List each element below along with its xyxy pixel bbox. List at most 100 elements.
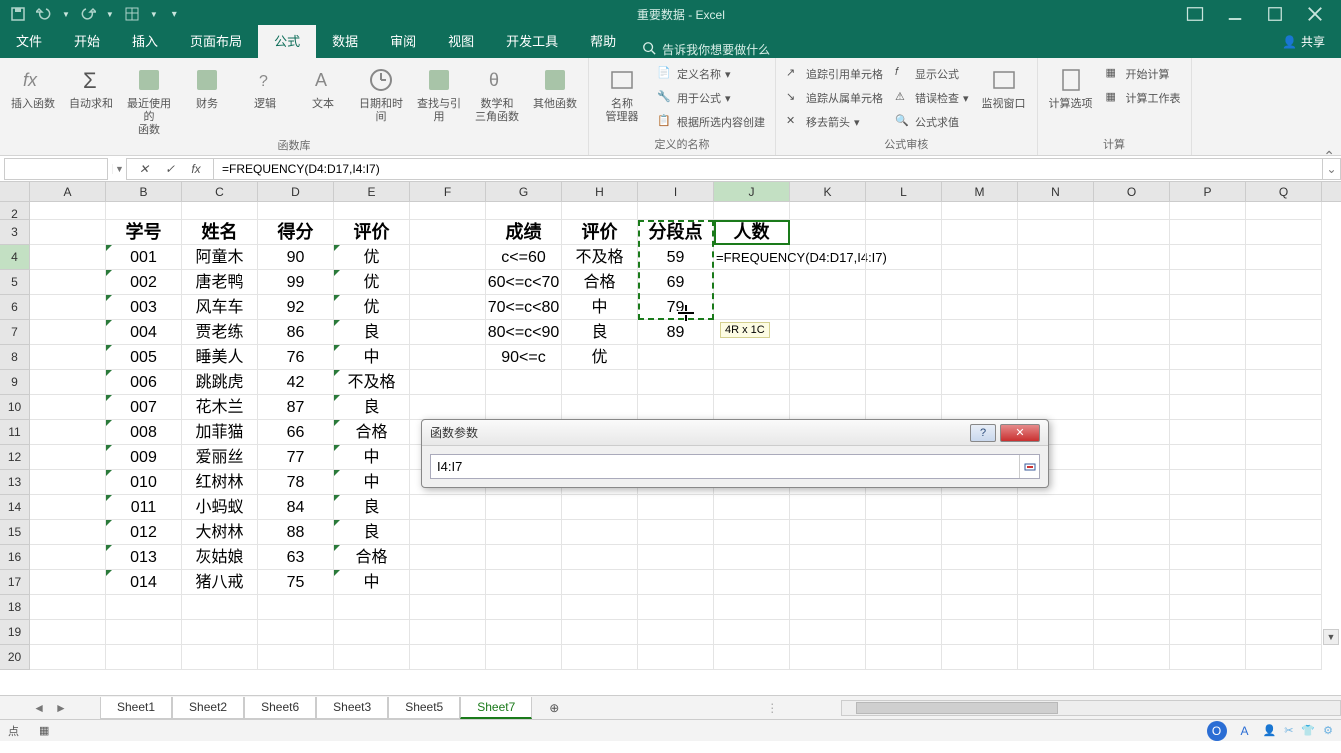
cell-H20[interactable] [562, 645, 638, 670]
cell-J10[interactable] [714, 395, 790, 420]
name-manager-button[interactable]: 名称 管理器 [595, 62, 649, 124]
row-header-16[interactable]: 16 [0, 545, 30, 570]
cell-F18[interactable] [410, 595, 486, 620]
tab-帮助[interactable]: 帮助 [574, 25, 632, 58]
cell-K4[interactable] [790, 245, 866, 270]
cell-E5[interactable]: 优 [334, 270, 410, 295]
status-shirt-icon[interactable]: 👕 [1301, 724, 1315, 737]
cell-G2[interactable] [486, 202, 562, 220]
cell-E9[interactable]: 不及格 [334, 370, 410, 395]
cell-I15[interactable] [638, 520, 714, 545]
cell-L14[interactable] [866, 495, 942, 520]
cell-B11[interactable]: 008 [106, 420, 182, 445]
cell-D7[interactable]: 86 [258, 320, 334, 345]
cell-P2[interactable] [1170, 202, 1246, 220]
cell-P17[interactable] [1170, 570, 1246, 595]
tab-视图[interactable]: 视图 [432, 25, 490, 58]
cell-D18[interactable] [258, 595, 334, 620]
cell-P8[interactable] [1170, 345, 1246, 370]
define-name-button[interactable]: 📄定义名称 ▾ [653, 64, 769, 84]
cell-Q20[interactable] [1246, 645, 1322, 670]
cell-G8[interactable]: 90<=c [486, 345, 562, 370]
sheet-tab-Sheet1[interactable]: Sheet1 [100, 697, 172, 719]
cell-J9[interactable] [714, 370, 790, 395]
row-header-5[interactable]: 5 [0, 270, 30, 295]
cell-Q12[interactable] [1246, 445, 1322, 470]
cell-L3[interactable] [866, 220, 942, 245]
text-button[interactable]: A文本 [296, 62, 350, 111]
cell-M14[interactable] [942, 495, 1018, 520]
cell-N17[interactable] [1018, 570, 1094, 595]
cell-F8[interactable] [410, 345, 486, 370]
name-box[interactable] [4, 158, 108, 180]
cell-P10[interactable] [1170, 395, 1246, 420]
cell-A5[interactable] [30, 270, 106, 295]
cell-E6[interactable]: 优 [334, 295, 410, 320]
cell-B5[interactable]: 002 [106, 270, 182, 295]
cell-N15[interactable] [1018, 520, 1094, 545]
status-person-icon[interactable]: 👤 [1263, 724, 1277, 737]
cell-P11[interactable] [1170, 420, 1246, 445]
cell-H9[interactable] [562, 370, 638, 395]
cell-G3[interactable]: 成绩 [486, 220, 562, 245]
cell-E7[interactable]: 良 [334, 320, 410, 345]
cell-F5[interactable] [410, 270, 486, 295]
dialog-close-button[interactable]: ✕ [1000, 424, 1040, 442]
cell-F17[interactable] [410, 570, 486, 595]
enter-icon[interactable]: ✓ [163, 162, 177, 176]
cell-D5[interactable]: 99 [258, 270, 334, 295]
cell-I3[interactable]: 分段点 [638, 220, 714, 245]
cell-O18[interactable] [1094, 595, 1170, 620]
cell-A20[interactable] [30, 645, 106, 670]
cell-A16[interactable] [30, 545, 106, 570]
horizontal-scrollbar[interactable] [841, 700, 1341, 716]
sheet-tab-Sheet3[interactable]: Sheet3 [316, 697, 388, 719]
tab-数据[interactable]: 数据 [316, 25, 374, 58]
cell-P15[interactable] [1170, 520, 1246, 545]
cell-E19[interactable] [334, 620, 410, 645]
cell-K15[interactable] [790, 520, 866, 545]
cell-D16[interactable]: 63 [258, 545, 334, 570]
cell-B2[interactable] [106, 202, 182, 220]
fx-icon[interactable]: fx [189, 162, 203, 176]
cell-P7[interactable] [1170, 320, 1246, 345]
cell-H2[interactable] [562, 202, 638, 220]
cell-C2[interactable] [182, 202, 258, 220]
cell-H19[interactable] [562, 620, 638, 645]
macro-record-icon[interactable]: ▦ [39, 724, 49, 737]
cell-P5[interactable] [1170, 270, 1246, 295]
cell-D13[interactable]: 78 [258, 470, 334, 495]
cell-M9[interactable] [942, 370, 1018, 395]
cell-M2[interactable] [942, 202, 1018, 220]
cell-C13[interactable]: 红树林 [182, 470, 258, 495]
col-header-F[interactable]: F [410, 182, 486, 201]
cell-Q3[interactable] [1246, 220, 1322, 245]
collapse-ribbon-icon[interactable]: ⌃ [1323, 148, 1335, 165]
cell-L17[interactable] [866, 570, 942, 595]
cell-F4[interactable] [410, 245, 486, 270]
cell-C6[interactable]: 风车车 [182, 295, 258, 320]
cell-M5[interactable] [942, 270, 1018, 295]
cell-B9[interactable]: 006 [106, 370, 182, 395]
calc-options-button[interactable]: 计算选项 [1044, 62, 1098, 111]
cell-G14[interactable] [486, 495, 562, 520]
ribbon-display-icon[interactable] [1185, 4, 1205, 24]
cell-G19[interactable] [486, 620, 562, 645]
cell-A18[interactable] [30, 595, 106, 620]
cell-M16[interactable] [942, 545, 1018, 570]
cell-E2[interactable] [334, 202, 410, 220]
cell-C14[interactable]: 小蚂蚁 [182, 495, 258, 520]
row-header-20[interactable]: 20 [0, 645, 30, 670]
cell-H18[interactable] [562, 595, 638, 620]
cell-D12[interactable]: 77 [258, 445, 334, 470]
cell-B18[interactable] [106, 595, 182, 620]
trace-dependents-button[interactable]: ↘追踪从属单元格 [782, 88, 887, 108]
select-all-corner[interactable] [0, 182, 30, 201]
cell-I10[interactable] [638, 395, 714, 420]
autosum-button[interactable]: Σ自动求和 [64, 62, 118, 111]
cell-A17[interactable] [30, 570, 106, 595]
cell-O2[interactable] [1094, 202, 1170, 220]
tab-文件[interactable]: 文件 [0, 25, 58, 58]
col-header-O[interactable]: O [1094, 182, 1170, 201]
cell-I14[interactable] [638, 495, 714, 520]
